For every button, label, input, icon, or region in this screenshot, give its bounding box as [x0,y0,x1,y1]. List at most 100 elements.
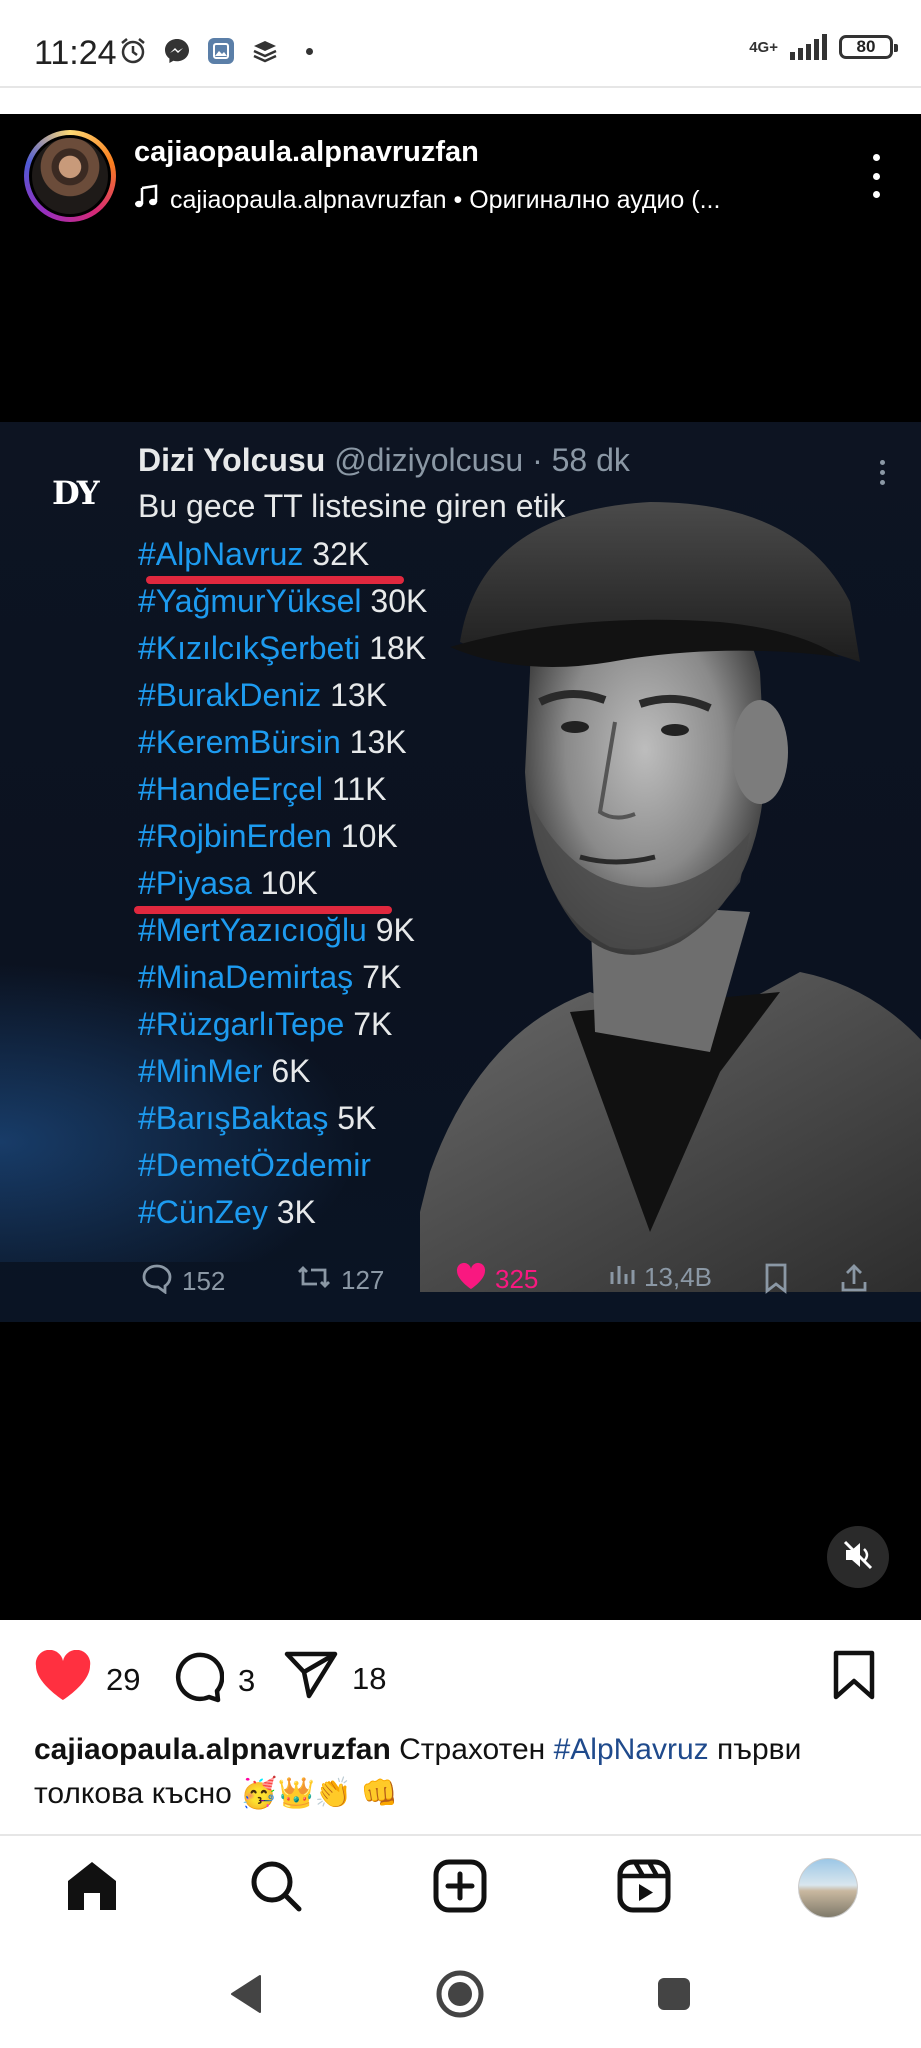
post-header: cajiaopaula.alpnavruzfan cajiaopaula.alp… [0,114,921,234]
portrait-image [420,502,921,1292]
tag-count: 10K [340,818,398,854]
tag-count: 32K [312,536,370,572]
tag-count: 5K [337,1100,377,1136]
recents-icon[interactable] [654,1974,694,2019]
tag-row: #MinaDemirtaş 7K [138,959,427,1006]
tag-row: #DemetÖzdemir [138,1147,427,1194]
tag-row: #BarışBaktaş 5K [138,1100,427,1147]
caption-text-before: Страхотен [390,1733,554,1766]
views-count: 13,4B [644,1262,712,1292]
post-actions: 29 3 18 [0,1640,921,1710]
tag-name: #MertYazıcıoğlu [138,912,367,948]
tweet-retweets: 127 [295,1262,384,1299]
tag-name: #AlpNavruz [138,536,304,572]
comment-action[interactable]: 3 [170,1650,255,1712]
add-post-icon[interactable] [433,1859,487,1918]
tag-name: #KeremBürsin [138,724,341,760]
tag-name: #KızılcıkŞerbeti [138,630,361,666]
tweet-tag-list: #AlpNavruz 32K #YağmurYüksel 30K #Kızılc… [134,536,427,1241]
network-label: 4G+ [749,38,778,56]
create-tab[interactable] [430,1858,490,1918]
tag-row: #YağmurYüksel 30K [138,583,427,630]
post-caption: cajiaopaula.alpnavruzfan Страхотен #AlpN… [34,1728,894,1816]
tag-count: 10K [260,865,318,901]
bottom-nav [0,1834,921,1934]
heart-icon [455,1262,487,1297]
profile-avatar[interactable] [798,1858,858,1918]
tag-count: 13K [349,724,407,760]
home-icon[interactable] [64,1859,120,1918]
tag-row: #CünZey 3K [138,1194,427,1241]
tag-row: #RojbinErden 10K [138,818,427,865]
tag-name: #RüzgarlıTepe [138,1006,345,1042]
gallery-icon [206,36,236,66]
bookmark-icon[interactable] [832,1650,876,1708]
save-button[interactable] [832,1650,876,1708]
tweet-handle: @diziyolcusu · 58 dk [334,442,630,478]
post-media[interactable]: cajiaopaula.alpnavruzfan cajiaopaula.alp… [0,114,921,1620]
battery-level: 80 [856,37,876,56]
shares-count: 18 [352,1661,387,1696]
search-icon[interactable] [249,1859,303,1918]
reels-icon[interactable] [617,1859,671,1918]
status-icons [118,36,313,66]
status-time: 11:24 [34,34,117,72]
tweet-intro: Bu gece TT listesine giren etik [138,488,566,524]
tag-name: #Piyasa [138,865,252,901]
more-options-icon[interactable] [871,154,881,198]
share-action[interactable]: 18 [284,1650,386,1708]
tweet-share-icon [838,1262,870,1294]
tag-count: 13K [330,677,388,713]
tweet-more-icon [880,460,885,485]
caption-hashtag[interactable]: #AlpNavruz [554,1733,709,1766]
heart-filled-icon[interactable] [34,1649,92,1710]
speaker-muted-icon [841,1538,875,1577]
tag-name: #RojbinErden [138,818,332,854]
home-circle-icon[interactable] [435,1969,485,2024]
tag-name: #BarışBaktaş [138,1100,329,1136]
likes-count: 325 [495,1264,539,1294]
comments-count: 3 [238,1663,256,1698]
views-icon [608,1262,636,1293]
tag-name: #YağmurYüksel [138,583,362,619]
tweet-author: Dizi Yolcusu @diziyolcusu · 58 dk [138,442,630,479]
tag-row: #KeremBürsin 13K [138,724,427,771]
search-tab[interactable] [246,1858,306,1918]
home-tab[interactable] [62,1858,122,1918]
status-right: 4G+ 80 [749,34,898,60]
avatar[interactable] [29,135,111,217]
tag-row: #HandeErçel 11K [138,771,427,818]
alarm-icon [118,36,148,66]
tag-name: #MinaDemirtaş [138,959,354,995]
send-icon[interactable] [284,1650,338,1708]
mute-button[interactable] [827,1526,889,1588]
comment-icon[interactable] [170,1650,225,1712]
caption-username[interactable]: cajiaopaula.alpnavruzfan [34,1733,391,1766]
tag-count: 30K [370,583,428,619]
likes-count: 29 [106,1662,141,1697]
tag-count: 9K [375,912,415,948]
recents-button[interactable] [646,1968,702,2024]
reply-icon [140,1262,174,1301]
like-action[interactable]: 29 [34,1649,141,1710]
back-button[interactable] [218,1968,274,2024]
tag-row: #KızılcıkŞerbeti 18K [138,630,427,677]
back-icon[interactable] [226,1972,266,2021]
post-username[interactable]: cajiaopaula.alpnavruzfan [134,136,479,169]
tag-name: #BurakDeniz [138,677,322,713]
tag-count: 18K [369,630,427,666]
tweet-replies: 152 [140,1262,225,1301]
tag-count: 6K [271,1053,311,1089]
replies-count: 152 [182,1266,226,1296]
reels-tab[interactable] [614,1858,674,1918]
tweet-avatar-logo: DY [52,474,100,512]
tweet-bookmark-icon [762,1262,790,1294]
story-ring[interactable] [24,130,116,222]
tag-row: #Piyasa 10K [134,865,427,914]
tag-name: #CünZey [138,1194,268,1230]
audio-link[interactable]: cajiaopaula.alpnavruzfan • Оригинално ау… [134,184,794,217]
profile-tab[interactable] [798,1858,858,1918]
status-bar: 11:24 4G+ 80 [0,0,921,88]
home-button[interactable] [432,1968,488,2024]
dot-icon [306,47,313,55]
